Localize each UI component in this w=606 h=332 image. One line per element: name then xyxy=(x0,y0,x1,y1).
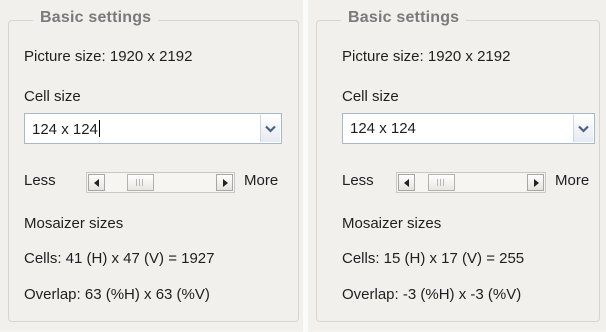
less-label: Less xyxy=(342,172,374,189)
cell-size-label: Cell size xyxy=(24,88,81,105)
arrow-right-icon xyxy=(533,178,539,187)
text-caret xyxy=(98,120,100,137)
arrow-right-icon xyxy=(222,178,228,187)
overlap-readout: Overlap: -3 (%H) x -3 (%V) xyxy=(342,286,522,303)
slider-thumb[interactable] xyxy=(428,174,456,191)
scroll-left-button[interactable] xyxy=(398,174,415,191)
slider-thumb[interactable] xyxy=(126,174,154,191)
group-title: Basic settings xyxy=(341,9,467,27)
group-title: Basic settings xyxy=(33,9,159,27)
arrow-left-icon xyxy=(93,178,99,187)
picture-size-label: Picture size: 1920 x 2192 xyxy=(24,48,193,65)
overlap-readout: Overlap: 63 (%H) x 63 (%V) xyxy=(24,286,210,303)
cell-size-combobox[interactable]: 124 x 124 xyxy=(24,113,282,144)
scroll-left-button[interactable] xyxy=(88,174,105,191)
picture-size-label: Picture size: 1920 x 2192 xyxy=(342,48,511,65)
mosaizer-sizes-label: Mosaizer sizes xyxy=(24,215,124,232)
chevron-down-icon xyxy=(578,125,589,133)
cells-readout: Cells: 15 (H) x 17 (V) = 255 xyxy=(342,250,525,267)
settings-panel-right: Basic settings Picture size: 1920 x 2192… xyxy=(308,0,606,330)
dropdown-button[interactable] xyxy=(260,115,280,142)
scroll-right-button[interactable] xyxy=(216,174,233,191)
cell-size-label: Cell size xyxy=(342,88,399,105)
scroll-right-button[interactable] xyxy=(527,174,544,191)
cell-size-value[interactable]: 124 x 124 xyxy=(350,120,416,137)
settings-panel-left: Basic settings Picture size: 1920 x 2192… xyxy=(0,0,303,330)
basic-settings-group: Basic settings xyxy=(8,9,299,322)
more-label: More xyxy=(244,172,279,189)
cell-size-combobox[interactable]: 124 x 124 xyxy=(342,113,595,144)
arrow-left-icon xyxy=(403,178,409,187)
cell-size-slider[interactable] xyxy=(86,172,235,193)
cells-readout: Cells: 41 (H) x 47 (V) = 1927 xyxy=(24,250,215,267)
less-label: Less xyxy=(24,172,56,189)
dropdown-button[interactable] xyxy=(573,115,593,142)
cell-size-slider[interactable] xyxy=(396,172,546,193)
chevron-down-icon xyxy=(265,125,276,133)
basic-settings-group: Basic settings xyxy=(316,9,600,322)
more-label: More xyxy=(555,172,590,189)
mosaizer-sizes-label: Mosaizer sizes xyxy=(342,215,442,232)
cell-size-value[interactable]: 124 x 124 xyxy=(32,120,100,138)
